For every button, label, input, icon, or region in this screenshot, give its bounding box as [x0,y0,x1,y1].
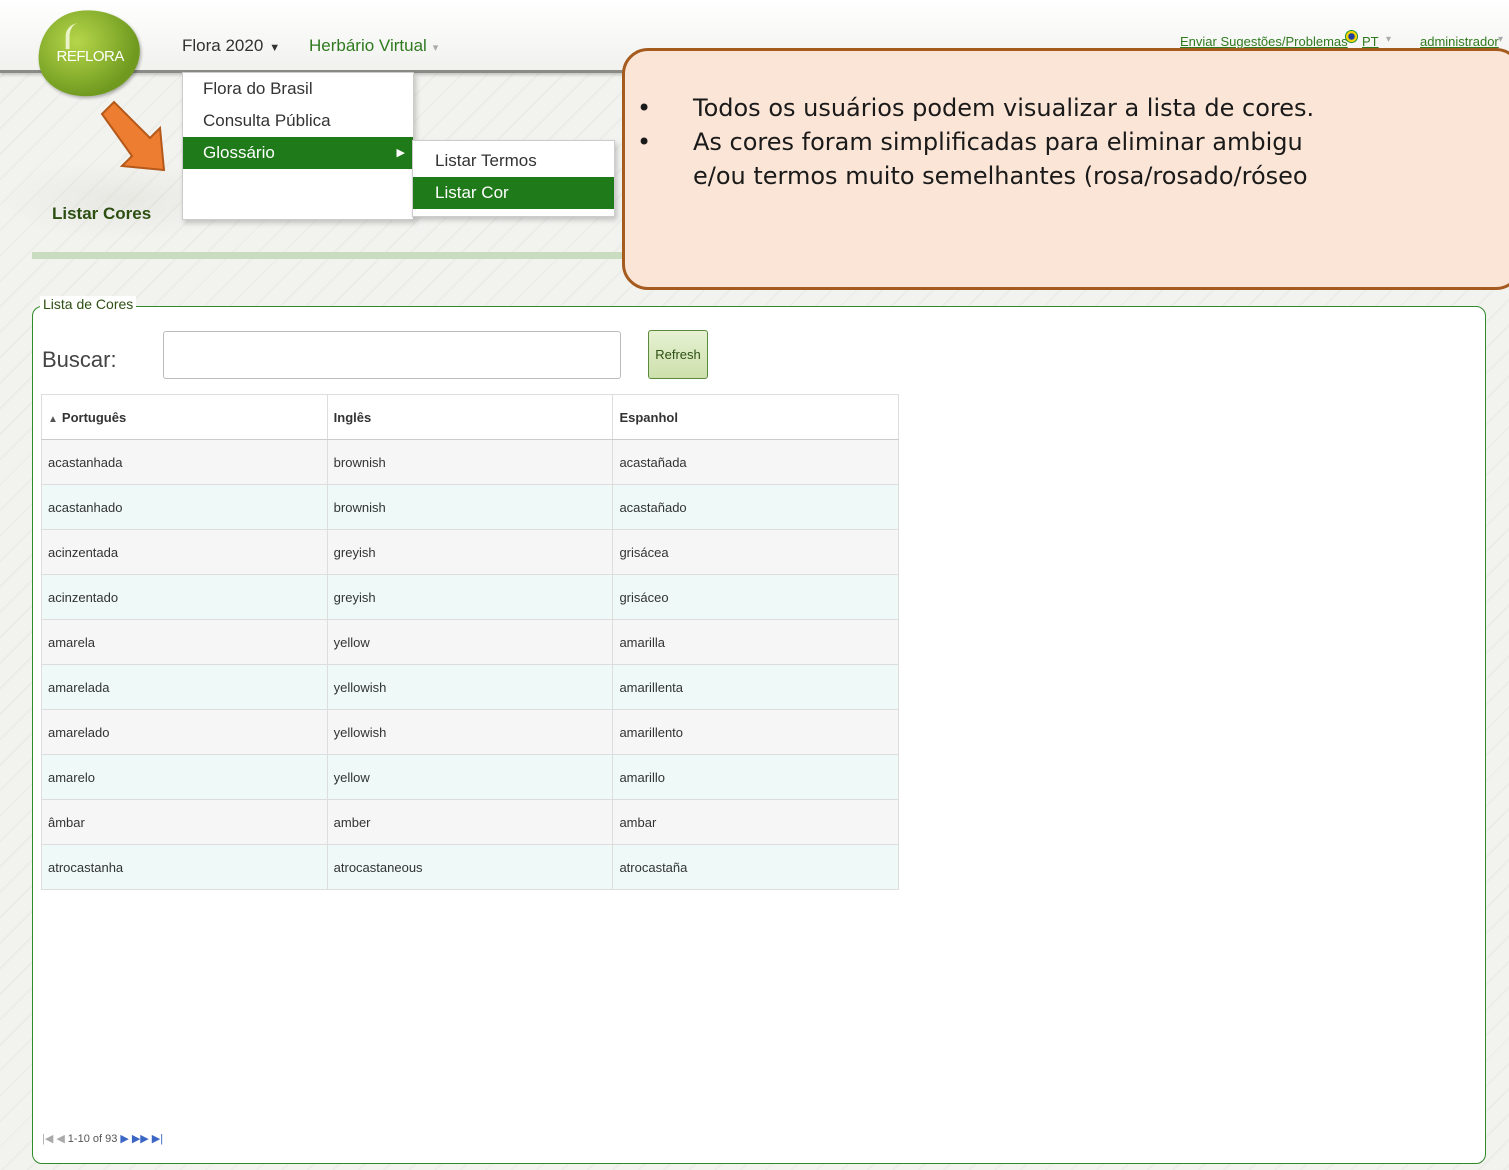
cell-ingles: greyish [327,574,614,620]
cell-ingles: brownish [327,439,614,485]
info-callout: Todos os usuários podem visualizar a lis… [622,48,1509,290]
cell-portugues: acastanhado [41,484,328,530]
chevron-down-icon: ▾ [1498,34,1504,45]
cell-espanhol: atrocastaña [612,844,899,890]
cell-ingles: yellowish [327,709,614,755]
cell-portugues: amarelo [41,754,328,800]
submenu-item-listar-termos[interactable]: Listar Termos [413,145,614,177]
table-row[interactable]: amarelado yellowish amarillento [41,709,899,755]
brazil-flag-icon [1345,30,1358,43]
orange-arrow-icon [100,100,166,172]
cell-portugues: amarela [41,619,328,665]
callout-line: As cores foram simplificadas para elimin… [637,125,1509,159]
nav-herbario-label: Herbário Virtual [309,36,427,55]
table-row[interactable]: acastanhado brownish acastañado [41,484,899,530]
cell-ingles: yellowish [327,664,614,710]
cell-portugues: atrocastanha [41,844,328,890]
suggestions-link[interactable]: Enviar Sugestões/Problemas [1180,34,1348,49]
table-row[interactable]: amarela yellow amarilla [41,619,899,665]
cell-espanhol: grisácea [612,529,899,575]
column-header-portugues[interactable]: ▲ Português [41,394,328,440]
colors-table: ▲ Português Inglês Espanhol acastanhada br… [41,394,899,890]
table-row[interactable]: atrocastanha atrocastaneous atrocastaña [41,844,899,890]
panel-legend: Lista de Cores [40,296,137,312]
table-row[interactable]: amarelada yellowish amarillenta [41,664,899,710]
fast-forward-icon[interactable]: ▶▶ [132,1132,149,1145]
cell-portugues: acinzentado [41,574,328,620]
last-page-icon[interactable]: ▶| [152,1132,163,1145]
cell-ingles: brownish [327,484,614,530]
table-row[interactable]: amarelo yellow amarillo [41,754,899,800]
callout-line: e/ou termos muito semelhantes (rosa/rosa… [693,162,1308,190]
chevron-down-icon: ▾ [432,42,439,54]
cell-portugues: acinzentada [41,529,328,575]
cell-portugues: acastanhada [41,439,328,485]
cell-espanhol: acastañado [612,484,899,530]
next-page-icon[interactable]: ▶ [120,1132,128,1145]
search-label: Buscar: [42,347,117,372]
flora-dropdown-menu: Flora do Brasil Consulta Pública Glossár… [182,72,414,220]
table-row[interactable]: acastanhada brownish acastañada [41,439,899,485]
logo-text: REFLORA [56,47,124,65]
user-menu[interactable]: administrador [1420,34,1499,49]
nav-flora-label: Flora 2020 [182,36,264,55]
cell-espanhol: amarillenta [612,664,899,710]
cell-espanhol: ambar [612,799,899,845]
chevron-down-icon: ▼ [269,42,281,54]
menu-item-consulta-publica[interactable]: Consulta Pública [183,105,413,137]
column-header-espanhol[interactable]: Espanhol [612,394,899,440]
cell-ingles: greyish [327,529,614,575]
prev-page-icon[interactable]: ◀ [56,1132,64,1145]
first-page-icon[interactable]: |◀ [42,1132,53,1145]
cell-ingles: yellow [327,754,614,800]
table-row[interactable]: âmbar amber ambar [41,799,899,845]
search-input[interactable] [163,331,621,379]
chevron-down-icon: ▾ [1386,34,1392,45]
menu-item-glossario-label: Glossário [203,143,275,162]
cell-ingles: atrocastaneous [327,844,614,890]
leaf-icon [65,23,92,50]
callout-line: Todos os usuários podem visualizar a lis… [637,91,1509,125]
table-row[interactable]: acinzentada greyish grisácea [41,529,899,575]
chevron-right-icon: ▶ [396,147,405,159]
refresh-button[interactable]: Refresh [648,330,708,379]
cell-ingles: amber [327,799,614,845]
cell-espanhol: amarilla [612,619,899,665]
cell-ingles: yellow [327,619,614,665]
cell-espanhol: grisáceo [612,574,899,620]
cell-portugues: amarelado [41,709,328,755]
column-header-ingles[interactable]: Inglês [327,394,614,440]
cell-espanhol: acastañada [612,439,899,485]
cell-portugues: âmbar [41,799,328,845]
menu-item-glossario[interactable]: Glossário ▶ [183,137,413,169]
page-range: 1-10 of 93 [67,1132,118,1145]
cell-espanhol: amarillento [612,709,899,755]
glossario-submenu: Listar Termos Listar Cor [412,140,615,217]
sort-ascending-icon: ▲ [48,413,58,425]
cell-espanhol: amarillo [612,754,899,800]
page-title: Listar Cores [52,204,152,223]
language-selector[interactable]: PT [1362,34,1379,49]
column-header-label: Português [61,409,127,425]
nav-herbario-virtual[interactable]: Herbário Virtual ▾ [309,36,438,56]
submenu-item-listar-cor[interactable]: Listar Cor [413,177,614,209]
table-row[interactable]: acinzentado greyish grisáceo [41,574,899,620]
pagination: |◀ ◀ 1-10 of 93 ▶ ▶▶ ▶| [42,1132,163,1146]
nav-flora-2020[interactable]: Flora 2020 ▼ [182,36,280,56]
cell-portugues: amarelada [41,664,328,710]
table-header-row: ▲ Português Inglês Espanhol [41,394,899,440]
menu-item-flora-do-brasil[interactable]: Flora do Brasil [183,73,413,105]
